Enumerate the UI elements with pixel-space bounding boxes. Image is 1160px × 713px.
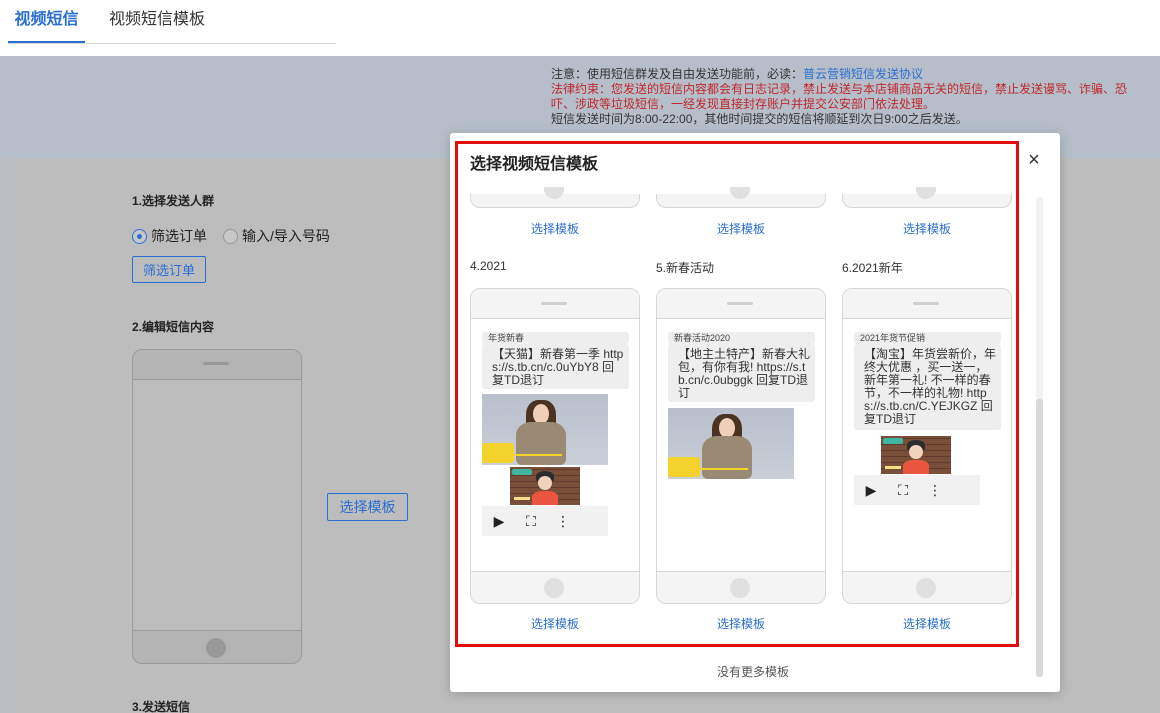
product-image: [482, 394, 608, 465]
phone-home-button: [730, 578, 750, 598]
product-image: [668, 408, 794, 479]
more-options-icon[interactable]: ⋮: [546, 513, 580, 530]
select-template-link[interactable]: 选择模板: [470, 220, 640, 237]
notice-time: 短信发送时间为8:00-22:00，其他时间提交的短信将顺延到次日9:00之后发…: [551, 112, 968, 126]
fullscreen-icon[interactable]: ⛶: [888, 482, 918, 499]
tab-video-sms-template[interactable]: 视频短信模板: [109, 9, 205, 43]
template-tag: 2021年货节促销: [854, 332, 1001, 344]
template-name: 4.2021: [470, 259, 507, 273]
select-template-link[interactable]: 选择模板: [656, 220, 826, 237]
phone-preview: [132, 349, 302, 664]
template-message: 【地主土特产】新春大礼包，有你有我! https://s.tb.cn/c.0ub…: [668, 344, 815, 402]
play-icon[interactable]: ▶: [482, 513, 516, 530]
template-card[interactable]: 新春活动2020 【地主土特产】新春大礼包，有你有我! https://s.tb…: [656, 288, 826, 604]
phone-home-button: [916, 578, 936, 598]
template-modal: 选择视频短信模板 × 选择模板 选择模板 选择模板 4.2021 5.新春活动 …: [450, 133, 1060, 692]
select-template-link[interactable]: 选择模板: [842, 220, 1012, 237]
video-thumbnail[interactable]: [881, 436, 951, 474]
template-card[interactable]: 2021年货节促销 【淘宝】年货尝新价，年终大优惠 ，买一送一，新年第一礼! 不…: [842, 288, 1012, 604]
notice-line-1: 注意：使用短信群发及自由发送功能前，必读：普云营销短信发送协议: [551, 67, 1141, 82]
step1-title: 1.选择发送人群: [132, 194, 215, 208]
template-card-partial: [842, 187, 1012, 208]
radio-input-numbers-label: 输入/导入号码: [242, 228, 330, 244]
play-icon[interactable]: ▶: [854, 482, 888, 499]
video-thumbnail[interactable]: [510, 467, 580, 505]
no-more-templates: 没有更多模板: [716, 665, 789, 679]
step3-title: 3.发送短信: [132, 700, 191, 713]
scrollbar-thumb[interactable]: [1036, 399, 1043, 677]
video-controls: ▶ ⛶ ⋮: [482, 506, 608, 536]
template-tag: 新春活动2020: [668, 332, 815, 344]
phone-home-button: [206, 638, 226, 658]
phone-screen: [133, 380, 301, 630]
phone-speaker: [727, 302, 753, 305]
radio-filter-orders[interactable]: [132, 228, 147, 244]
select-template-link[interactable]: 选择模板: [656, 615, 826, 632]
notice-legal: 法律约束：您发送的短信内容都会有日志记录，禁止发送与本店铺商品无关的短信，禁止发…: [551, 82, 1128, 111]
choose-template-button[interactable]: 选择模板: [327, 493, 408, 521]
template-card-partial: [656, 187, 826, 208]
more-options-icon[interactable]: ⋮: [918, 482, 952, 499]
notice-prefix: 注意：使用短信群发及自由发送功能前，必读：: [551, 67, 804, 81]
template-name: 5.新春活动: [656, 261, 715, 275]
step2-title: 2.编辑短信内容: [132, 320, 215, 334]
filter-orders-button[interactable]: 筛选订单: [132, 256, 206, 283]
phone-speaker: [203, 362, 229, 365]
fullscreen-icon[interactable]: ⛶: [516, 513, 546, 530]
phone-home-button: [544, 578, 564, 598]
recipient-radio-group: 筛选订单 输入/导入号码: [132, 226, 330, 246]
tab-video-sms[interactable]: 视频短信: [8, 9, 85, 43]
close-icon[interactable]: ×: [1024, 150, 1044, 170]
select-template-link[interactable]: 选择模板: [470, 615, 640, 632]
notice-text: 注意：使用短信群发及自由发送功能前，必读：普云营销短信发送协议 法律约束：您发送…: [551, 67, 1141, 127]
template-name: 6.2021新年: [842, 261, 903, 275]
select-template-link[interactable]: 选择模板: [842, 615, 1012, 632]
radio-input-numbers[interactable]: [223, 228, 238, 244]
agreement-link[interactable]: 普云营销短信发送协议: [803, 67, 923, 81]
template-card-partial: [470, 187, 640, 208]
phone-speaker: [541, 302, 567, 305]
phone-speaker: [913, 302, 939, 305]
template-tag: 年货新春: [482, 332, 629, 344]
tab-bar: 视频短信 视频短信模板: [0, 0, 1160, 56]
tab-divider: [8, 43, 336, 44]
template-message: 【天猫】新春第一季 https://s.tb.cn/c.0uYbY8 回复TD退…: [482, 344, 629, 389]
video-controls: ▶ ⛶ ⋮: [854, 475, 980, 505]
template-message: 【淘宝】年货尝新价，年终大优惠 ，买一送一，新年第一礼! 不一样的春节，不一样的…: [854, 344, 1001, 430]
template-card[interactable]: 年货新春 【天猫】新春第一季 https://s.tb.cn/c.0uYbY8 …: [470, 288, 640, 604]
radio-filter-orders-label: 筛选订单: [151, 228, 207, 244]
